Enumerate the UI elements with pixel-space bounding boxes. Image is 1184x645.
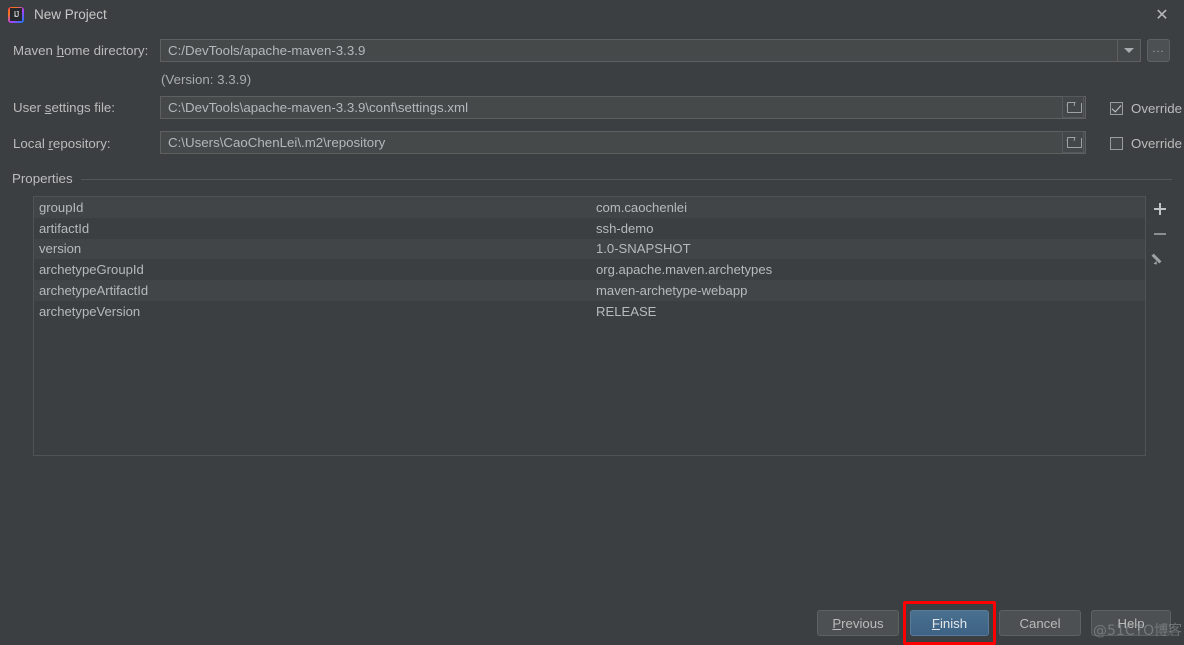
property-value: com.caochenlei (596, 199, 687, 215)
user-settings-override-row[interactable]: Override (1102, 101, 1182, 116)
help-button[interactable]: Help (1091, 610, 1171, 636)
maven-home-browse-button[interactable]: ... (1147, 39, 1170, 62)
properties-toolbar (1146, 196, 1173, 296)
property-value: RELEASE (596, 303, 657, 319)
add-property-button[interactable] (1147, 196, 1173, 221)
property-key: archetypeArtifactId (39, 283, 149, 299)
property-key: groupId (39, 199, 84, 215)
properties-group-divider (12, 179, 1172, 180)
table-row[interactable]: archetypeArtifactId maven-archetype-weba… (34, 280, 1145, 301)
minus-icon (1153, 232, 1166, 235)
title-bar: New Project (0, 0, 1184, 29)
property-key: artifactId (39, 220, 90, 236)
maven-version-note: (Version: 3.3.9) (161, 72, 252, 87)
property-key: version (39, 241, 82, 257)
folder-icon (1066, 102, 1082, 113)
table-row[interactable]: groupId com.caochenlei (34, 197, 1145, 218)
table-row[interactable]: archetypeGroupId org.apache.maven.archet… (34, 259, 1145, 281)
window-title: New Project (34, 7, 107, 22)
intellij-idea-logo-icon (8, 6, 24, 23)
finish-button[interactable]: Finish (910, 610, 989, 636)
close-icon[interactable]: ✕ (1140, 0, 1184, 29)
user-settings-input[interactable]: C:\DevTools\apache-maven-3.3.9\conf\sett… (160, 96, 1086, 119)
new-project-dialog: New Project ✕ Maven home directory: C:/D… (0, 0, 1184, 645)
plus-icon (1153, 202, 1166, 215)
property-value: 1.0-SNAPSHOT (596, 241, 691, 257)
table-row[interactable]: version 1.0-SNAPSHOT (34, 238, 1145, 260)
remove-property-button[interactable] (1147, 221, 1173, 246)
local-repository-input[interactable]: C:\Users\CaoChenLei\.m2\repository (160, 131, 1086, 154)
properties-group-label: Properties (12, 171, 81, 186)
property-value: ssh-demo (596, 220, 654, 236)
property-key: archetypeGroupId (39, 262, 144, 278)
maven-home-input[interactable]: C:/DevTools/apache-maven-3.3.9 (160, 39, 1117, 62)
maven-home-dropdown-button[interactable] (1117, 39, 1141, 62)
user-settings-override-label: Override (1131, 101, 1182, 116)
properties-table[interactable]: groupId com.caochenlei artifactId ssh-de… (33, 196, 1146, 456)
chevron-down-icon (1124, 48, 1134, 53)
cancel-button[interactable]: Cancel (999, 610, 1081, 636)
maven-home-label: Maven home directory: (13, 43, 149, 58)
local-repository-label: Local repository: (13, 136, 111, 151)
local-repository-override-checkbox[interactable] (1110, 137, 1123, 150)
property-value: org.apache.maven.archetypes (596, 262, 773, 278)
pencil-icon (1153, 252, 1166, 265)
property-key: archetypeVersion (39, 303, 141, 319)
local-repository-override-row[interactable]: Override (1102, 136, 1182, 151)
previous-button[interactable]: Previous (817, 610, 899, 636)
user-settings-browse-button[interactable] (1062, 96, 1084, 118)
user-settings-label: User settings file: (13, 100, 116, 115)
user-settings-override-checkbox[interactable] (1110, 102, 1123, 115)
table-row[interactable]: archetypeVersion RELEASE (34, 300, 1145, 322)
local-repository-override-label: Override (1131, 136, 1182, 151)
table-row[interactable]: artifactId ssh-demo (34, 217, 1145, 239)
property-value: maven-archetype-webapp (596, 283, 748, 299)
edit-property-button[interactable] (1147, 246, 1173, 271)
local-repository-browse-button[interactable] (1062, 131, 1084, 153)
folder-icon (1066, 137, 1082, 148)
